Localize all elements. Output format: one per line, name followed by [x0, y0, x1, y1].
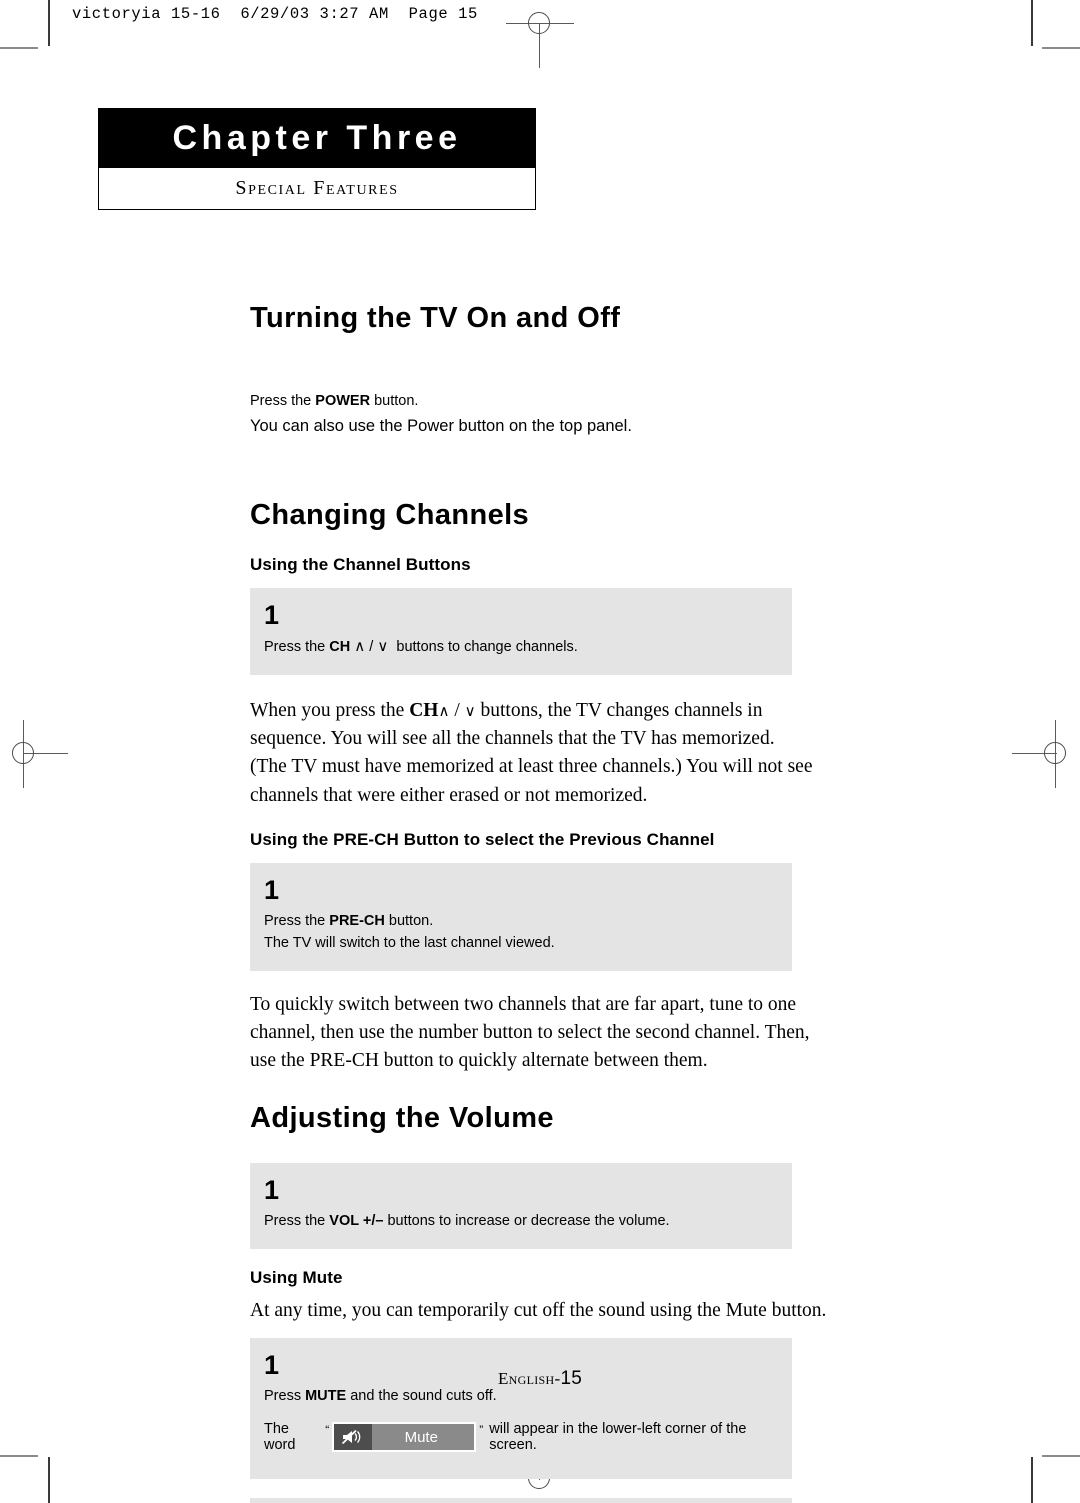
power-instruction-line-1: Press the POWER button.: [250, 391, 870, 412]
step-prefix: Press the: [264, 913, 330, 930]
ch-button-label: CH: [329, 639, 351, 656]
subsection-heading-mute: Using Mute: [250, 1267, 343, 1287]
footer-language-label: English-: [498, 1369, 561, 1388]
page-footer: English-15: [0, 1368, 1080, 1390]
step-suffix: buttons to change channels.: [396, 639, 578, 656]
mute-osd-graphic: Mute: [332, 1422, 477, 1453]
step-suffix: and the sound cuts off.: [346, 1388, 497, 1405]
corner-tick-top-left: [0, 47, 38, 49]
step-number: 1: [264, 875, 280, 906]
power-line1-bold: POWER: [315, 393, 371, 410]
content-column: Turning the TV On and Off Press the POWE…: [250, 0, 870, 1503]
chevron-down-icon: ∨: [377, 638, 389, 656]
ch-button-label: CH: [409, 699, 439, 721]
step-box-mute-on: 1 Press MUTE and the sound cuts off. The…: [250, 1338, 792, 1480]
osd-prefix-text: The word: [264, 1421, 296, 1454]
vol-button-label: VOL +/–: [329, 1212, 384, 1229]
section-heading-volume: Adjusting the Volume: [250, 1101, 554, 1134]
channels-body-paragraph-2: To quickly switch between two channels t…: [250, 993, 810, 1072]
step-prefix: Press: [264, 1388, 306, 1405]
section-heading-power: Turning the TV On and Off: [250, 302, 621, 334]
mute-speaker-icon: [334, 1424, 373, 1451]
step-text-pre-ch-line-2: The TV will switch to the last channel v…: [264, 934, 555, 951]
close-quote: ”: [479, 1423, 484, 1438]
open-quote: “: [325, 1423, 330, 1438]
registration-mark-left-center: [0, 720, 68, 788]
trim-line-bottom-right-vertical: [1031, 1457, 1033, 1503]
step-box-pre-ch: 1 Press the PRE-CH button. The TV will s…: [250, 863, 792, 971]
trim-line-top-right-vertical: [1031, 0, 1033, 46]
slash-separator: /: [454, 699, 460, 721]
corner-tick-bottom-right: [1042, 1455, 1080, 1457]
mute-osd-label: Mute: [372, 1424, 475, 1451]
mute-intro-paragraph: At any time, you can temporarily cut off…: [250, 1300, 827, 1321]
step-prefix: Press the: [264, 1212, 330, 1229]
chevron-up-icon: ∧: [438, 703, 450, 720]
step-box-mute-off: 2 To turn mute off, press the MUTE butto…: [250, 1498, 792, 1503]
pre-ch-button-label: PRE-CH: [329, 913, 385, 930]
subsection-heading-channel-buttons: Using the Channel Buttons: [250, 554, 471, 574]
step-text-channel-buttons: Press the CH ∧ / ∨ buttons to change cha…: [264, 636, 792, 659]
step-suffix: button.: [384, 913, 434, 930]
mute-osd-description: The word “ Mute ” will appear in the low: [264, 1421, 792, 1453]
manual-page: victoryia 15-16 6/29/03 3:27 AM Page 15 …: [0, 0, 1080, 1503]
corner-tick-bottom-left: [0, 1455, 38, 1457]
mute-button-label: MUTE: [305, 1388, 347, 1405]
power-instruction-line-2: You can also use the Power button on the…: [250, 417, 632, 436]
chevron-down-icon: ∨: [464, 703, 476, 720]
registration-mark-right-center: [1012, 720, 1080, 788]
trim-line-bottom-left-vertical: [48, 1457, 50, 1503]
step-number: 1: [264, 600, 280, 631]
step-box-channel-buttons: 1 Press the CH ∧ / ∨ buttons to change c…: [250, 588, 792, 675]
corner-tick-top-right: [1042, 47, 1080, 49]
channels-body-paragraph-1: When you press the CH∧ / ∨ buttons, the …: [250, 697, 815, 810]
step-number: 1: [264, 1174, 280, 1205]
osd-suffix-text: will appear in the lower-left corner of …: [489, 1421, 747, 1454]
step-suffix: buttons to increase or decrease the volu…: [383, 1212, 670, 1229]
slash-separator: /: [369, 639, 374, 656]
step-box-volume: 1 Press the VOL +/– buttons to increase …: [250, 1162, 792, 1249]
power-line1-prefix: Press the: [250, 393, 316, 410]
subsection-heading-pre-ch: Using the PRE-CH Button to select the Pr…: [250, 829, 715, 849]
chevron-up-icon: ∧: [354, 638, 366, 656]
power-line1-suffix: button.: [370, 393, 419, 410]
step-text-volume: Press the VOL +/– buttons to increase or…: [264, 1211, 792, 1233]
step-prefix: Press the: [264, 639, 330, 656]
step-text-pre-ch-line-1: Press the PRE-CH button.: [264, 911, 792, 933]
trim-line-top-left-vertical: [48, 0, 50, 46]
section-heading-channels: Changing Channels: [250, 499, 530, 532]
body1-prefix: When you press the: [250, 699, 410, 721]
footer-page-number: 15: [560, 1368, 582, 1389]
